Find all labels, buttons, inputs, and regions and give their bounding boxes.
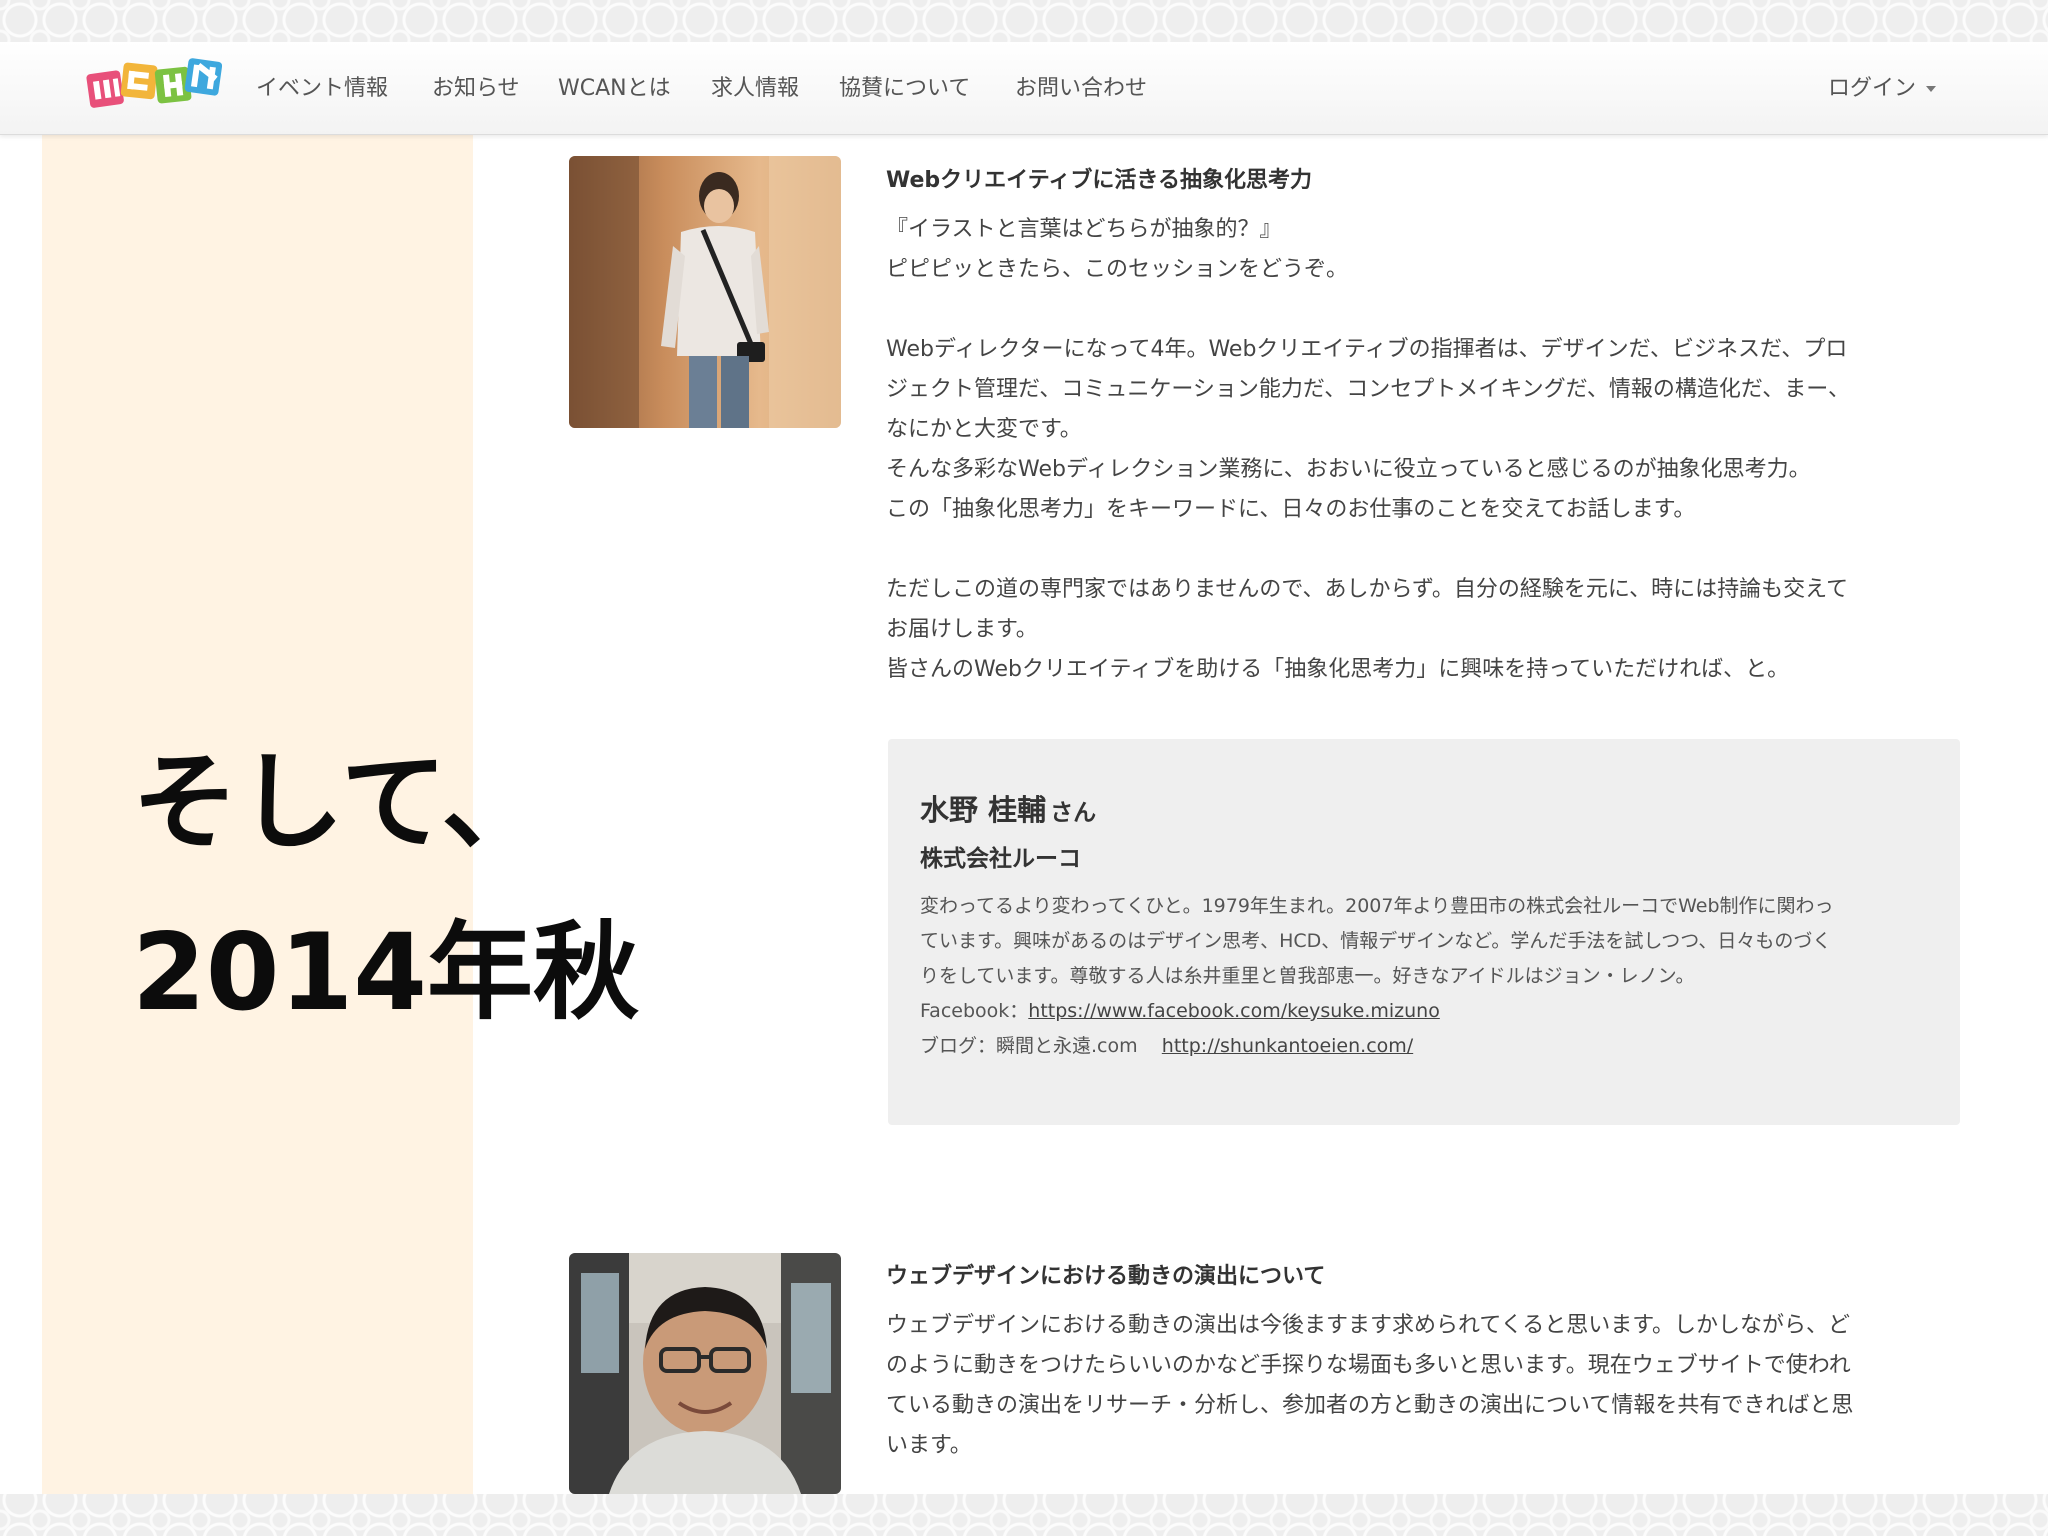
caret-down-icon	[1926, 86, 1936, 92]
nav-event-info[interactable]: イベント情報	[256, 70, 388, 102]
description-line: そんな多彩なWebディレクション業務に、おおいに役立っていると感じるのが抽象化思…	[886, 457, 1811, 482]
description-line: のように動きをつけたらいいのかなど手探りな場面も多いと思います。現在ウェブサイト…	[886, 1353, 1851, 1378]
description-line: ウェブデザインにおける動きの演出は今後ますます求められてくると思います。しかしな…	[886, 1313, 1851, 1338]
session-1-title: Webクリエイティブに活きる抽象化思考力	[886, 168, 1312, 193]
description-line: この「抽象化思考力」をキーワードに、日々のお仕事のことを交えてお話します。	[886, 497, 1696, 522]
nav-contact[interactable]: お問い合わせ	[1015, 70, 1147, 102]
wcan-logo[interactable]	[86, 52, 222, 118]
session-2-description: ウェブデザインにおける動きの演出は今後ますます求められてくると思います。しかしな…	[886, 1306, 1956, 1466]
nav-jobs[interactable]: 求人情報	[711, 70, 799, 102]
navbar: イベント情報 お知らせ WCANとは 求人情報 協賛について お問い合わせ ログ…	[0, 42, 2048, 135]
facebook-link[interactable]: https://www.facebook.com/keysuke.mizuno	[1028, 1000, 1440, 1022]
facebook-line: Facebook：https://www.facebook.com/keysuk…	[920, 994, 1930, 1029]
speaker-photo-mizuno	[569, 156, 841, 428]
slide-overlay-text: そして、 2014年秋	[132, 718, 639, 1058]
description-line	[886, 290, 1956, 330]
login-dropdown[interactable]: ログイン	[1828, 70, 1936, 102]
speaker-honorific: さん	[1050, 800, 1097, 826]
session-2-title: ウェブデザインにおける動きの演出について	[886, 1264, 1326, 1289]
description-line: 『イラストと言葉はどちらが抽象的？』	[886, 217, 1282, 242]
bio-line: 変わってるより変わってくひと。1979年生まれ。2007年より豊田市の株式会社ル…	[920, 895, 1834, 917]
description-line: 皆さんのWebクリエイティブを助ける「抽象化思考力」に興味を持っていただければ、…	[886, 657, 1790, 682]
speaker-bio: 変わってるより変わってくひと。1979年生まれ。2007年より豊田市の株式会社ル…	[920, 889, 1930, 1064]
speaker-profile-box: 水野 桂輔 さん 株式会社ルーコ 変わってるより変わってくひと。1979年生まれ。…	[888, 739, 1960, 1125]
speaker-name: 水野 桂輔 さん	[920, 787, 1096, 829]
description-line: なにかと大変です。	[886, 417, 1082, 442]
description-line: お届けします。	[886, 617, 1038, 642]
nav-sponsorship[interactable]: 協賛について	[839, 70, 970, 102]
session-1-description: 『イラストと言葉はどちらが抽象的？』 ピピピッときたら、このセッションをどうぞ。…	[886, 210, 1956, 690]
description-line: います。	[886, 1433, 972, 1458]
nav-news[interactable]: お知らせ	[432, 70, 520, 102]
description-line	[886, 530, 1956, 570]
speaker-name-text: 水野 桂輔	[920, 793, 1047, 827]
overlay-line-1: そして、	[132, 741, 548, 864]
blog-line: ブログ：瞬間と永遠.com http://shunkantoeien.com/	[920, 1029, 1930, 1064]
description-line: ピピピッときたら、このセッションをどうぞ。	[886, 257, 1349, 282]
description-line: Webディレクターになって4年。Webクリエイティブの指揮者は、デザインだ、ビジ…	[886, 337, 1848, 362]
bio-line: ています。興味があるのはデザイン思考、HCD、情報デザインなど。学んだ手法を試し…	[920, 930, 1832, 952]
facebook-label: Facebook：	[920, 1000, 1029, 1022]
description-line: ジェクト管理だ、コミュニケーション能力だ、コンセプトメイキングだ、情報の構造化だ…	[886, 377, 1851, 402]
speaker-company: 株式会社ルーコ	[920, 846, 1081, 872]
blog-link[interactable]: http://shunkantoeien.com/	[1162, 1035, 1413, 1057]
blog-label: ブログ：瞬間と永遠.com	[920, 1035, 1138, 1057]
nav-about-wcan[interactable]: WCANとは	[558, 70, 671, 102]
login-label: ログイン	[1827, 76, 1916, 101]
speaker-photo-2	[569, 1253, 841, 1494]
bio-line: りをしています。尊敬する人は糸井重里と曽我部恵一。好きなアイドルはジョン・レノン…	[920, 965, 1695, 987]
description-line: ている動きの演出をリサーチ・分析し、参加者の方と動きの演出について情報を共有でき…	[886, 1393, 1854, 1418]
description-line: ただしこの道の専門家ではありませんので、あしからず。自分の経験を元に、時には持論…	[886, 577, 1849, 602]
overlay-line-2: 2014年秋	[132, 911, 640, 1034]
